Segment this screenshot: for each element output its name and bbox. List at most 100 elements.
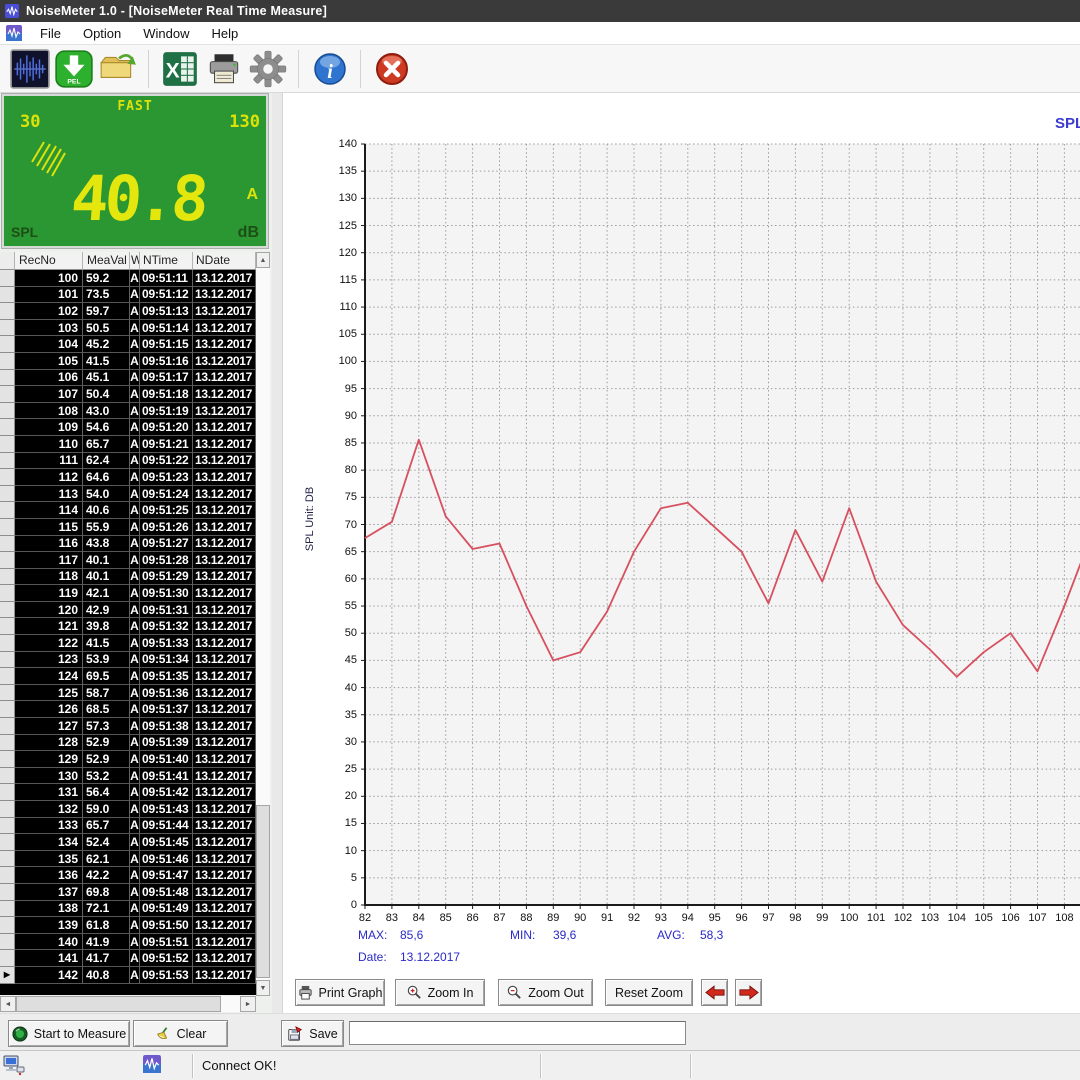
table-row[interactable]: 10059.2A09:51:1113.12.2017: [0, 270, 256, 287]
panel-splitter[interactable]: [272, 93, 283, 1013]
row-selector[interactable]: [0, 635, 15, 652]
menu-help[interactable]: Help: [201, 22, 250, 44]
export-excel-button[interactable]: X: [159, 48, 200, 89]
pan-right-button[interactable]: [735, 979, 762, 1006]
scroll-up-button[interactable]: ▲: [256, 252, 270, 268]
row-selector[interactable]: [0, 917, 15, 934]
row-selector[interactable]: [0, 768, 15, 785]
row-selector[interactable]: [0, 469, 15, 486]
table-row[interactable]: 13259.0A09:51:4313.12.2017: [0, 801, 256, 818]
table-row[interactable]: 12241.5A09:51:3313.12.2017: [0, 635, 256, 652]
start-measure-button[interactable]: Start to Measure: [8, 1020, 130, 1047]
table-row[interactable]: ▶14240.8A09:51:5313.12.2017: [0, 967, 256, 984]
row-selector[interactable]: [0, 801, 15, 818]
scroll-down-button[interactable]: ▼: [256, 980, 270, 996]
pan-left-button[interactable]: [701, 979, 728, 1006]
row-selector[interactable]: [0, 320, 15, 337]
table-row[interactable]: 11840.1A09:51:2913.12.2017: [0, 569, 256, 586]
header-recno[interactable]: RecNo: [15, 252, 83, 270]
row-selector[interactable]: [0, 287, 15, 304]
table-row[interactable]: 13053.2A09:51:4113.12.2017: [0, 768, 256, 785]
row-selector[interactable]: [0, 519, 15, 536]
zoom-in-button[interactable]: Zoom In: [395, 979, 485, 1006]
row-selector[interactable]: [0, 303, 15, 320]
settings-button[interactable]: [247, 48, 288, 89]
table-horizontal-scrollbar[interactable]: ◄ ►: [0, 996, 256, 1012]
row-selector[interactable]: [0, 618, 15, 635]
header-ntime[interactable]: NTime: [140, 252, 193, 270]
table-row[interactable]: 10541.5A09:51:1613.12.2017: [0, 353, 256, 370]
save-button[interactable]: Save: [281, 1020, 344, 1047]
table-row[interactable]: 10750.4A09:51:1813.12.2017: [0, 386, 256, 403]
filename-input[interactable]: [349, 1021, 686, 1045]
table-row[interactable]: 11264.6A09:51:2313.12.2017: [0, 469, 256, 486]
table-row[interactable]: 13872.1A09:51:4913.12.2017: [0, 901, 256, 918]
row-selector[interactable]: [0, 884, 15, 901]
print-graph-button[interactable]: Print Graph: [295, 979, 385, 1006]
table-row[interactable]: 12952.9A09:51:4013.12.2017: [0, 751, 256, 768]
table-row[interactable]: 11065.7A09:51:2113.12.2017: [0, 436, 256, 453]
row-selector[interactable]: [0, 419, 15, 436]
menu-file[interactable]: File: [29, 22, 72, 44]
row-selector[interactable]: [0, 453, 15, 470]
table-row[interactable]: 10259.7A09:51:1313.12.2017: [0, 303, 256, 320]
row-selector[interactable]: [0, 602, 15, 619]
header-weighting[interactable]: W: [130, 252, 140, 270]
scroll-left-button[interactable]: ◄: [0, 996, 16, 1012]
row-selector[interactable]: [0, 950, 15, 967]
table-row[interactable]: 13642.2A09:51:4713.12.2017: [0, 867, 256, 884]
table-row[interactable]: 13769.8A09:51:4813.12.2017: [0, 884, 256, 901]
row-selector[interactable]: [0, 436, 15, 453]
table-row[interactable]: 10843.0A09:51:1913.12.2017: [0, 403, 256, 420]
record-button[interactable]: PEL: [53, 48, 94, 89]
table-row[interactable]: 12757.3A09:51:3813.12.2017: [0, 718, 256, 735]
table-row[interactable]: 10350.5A09:51:1413.12.2017: [0, 320, 256, 337]
table-row[interactable]: 12139.8A09:51:3213.12.2017: [0, 618, 256, 635]
row-selector[interactable]: [0, 784, 15, 801]
row-selector[interactable]: [0, 834, 15, 851]
row-selector[interactable]: [0, 486, 15, 503]
scroll-right-button[interactable]: ►: [240, 996, 256, 1012]
table-row[interactable]: 11643.8A09:51:2713.12.2017: [0, 536, 256, 553]
table-row[interactable]: 13156.4A09:51:4213.12.2017: [0, 784, 256, 801]
table-row[interactable]: 13562.1A09:51:4613.12.2017: [0, 851, 256, 868]
row-selector[interactable]: [0, 701, 15, 718]
row-selector[interactable]: [0, 386, 15, 403]
row-selector[interactable]: [0, 934, 15, 951]
vertical-scroll-thumb[interactable]: [256, 805, 270, 978]
realtime-measure-button[interactable]: [9, 48, 50, 89]
print-button[interactable]: [203, 48, 244, 89]
row-selector[interactable]: [0, 585, 15, 602]
row-selector[interactable]: [0, 818, 15, 835]
table-row[interactable]: 12469.5A09:51:3513.12.2017: [0, 668, 256, 685]
open-file-button[interactable]: [97, 48, 138, 89]
table-row[interactable]: 13961.8A09:51:5013.12.2017: [0, 917, 256, 934]
row-selector[interactable]: [0, 552, 15, 569]
table-row[interactable]: 11740.1A09:51:2813.12.2017: [0, 552, 256, 569]
zoom-out-button[interactable]: Zoom Out: [498, 979, 593, 1006]
table-row[interactable]: 12558.7A09:51:3613.12.2017: [0, 685, 256, 702]
table-row[interactable]: 11942.1A09:51:3013.12.2017: [0, 585, 256, 602]
row-selector[interactable]: [0, 751, 15, 768]
row-selector[interactable]: [0, 685, 15, 702]
row-selector[interactable]: [0, 336, 15, 353]
table-row[interactable]: 13365.7A09:51:4413.12.2017: [0, 818, 256, 835]
table-row[interactable]: 12353.9A09:51:3413.12.2017: [0, 652, 256, 669]
exit-button[interactable]: [371, 48, 412, 89]
reset-zoom-button[interactable]: Reset Zoom: [605, 979, 693, 1006]
clear-button[interactable]: Clear: [133, 1020, 228, 1047]
row-selector[interactable]: [0, 668, 15, 685]
row-selector[interactable]: [0, 403, 15, 420]
table-row[interactable]: 10173.5A09:51:1213.12.2017: [0, 287, 256, 304]
table-row[interactable]: 10445.2A09:51:1513.12.2017: [0, 336, 256, 353]
table-vertical-scrollbar[interactable]: ▲ ▼: [256, 252, 270, 996]
menu-window[interactable]: Window: [132, 22, 200, 44]
header-meaval[interactable]: MeaVal: [83, 252, 130, 270]
table-row[interactable]: 10645.1A09:51:1713.12.2017: [0, 370, 256, 387]
table-row[interactable]: 11354.0A09:51:2413.12.2017: [0, 486, 256, 503]
table-row[interactable]: 12852.9A09:51:3913.12.2017: [0, 735, 256, 752]
row-selector[interactable]: [0, 536, 15, 553]
table-row[interactable]: 13452.4A09:51:4513.12.2017: [0, 834, 256, 851]
horizontal-scroll-thumb[interactable]: [16, 996, 221, 1012]
row-selector[interactable]: [0, 270, 15, 287]
